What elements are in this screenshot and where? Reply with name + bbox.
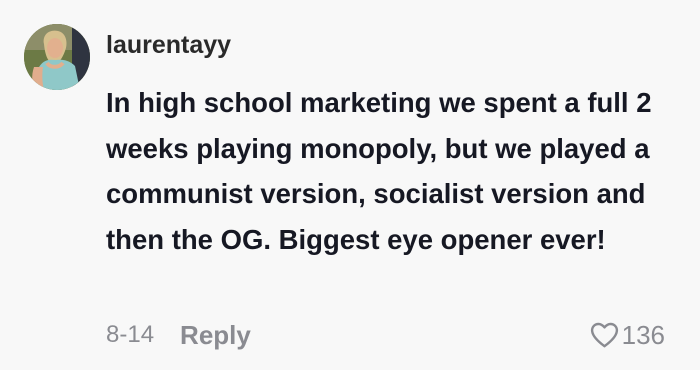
like-button[interactable]: 136	[590, 316, 665, 354]
avatar[interactable]	[24, 24, 90, 90]
reply-button[interactable]: Reply	[180, 320, 251, 351]
comment-meta: 8-14 Reply	[106, 316, 251, 354]
heart-icon	[590, 322, 618, 347]
comment-card: laurentayy In high school marketing we s…	[0, 0, 700, 370]
comment-text: In high school marketing we spent a full…	[106, 87, 652, 255]
like-count: 136	[621, 319, 665, 350]
comment-date: 8-14	[106, 321, 155, 348]
username[interactable]: laurentayy	[106, 30, 231, 60]
